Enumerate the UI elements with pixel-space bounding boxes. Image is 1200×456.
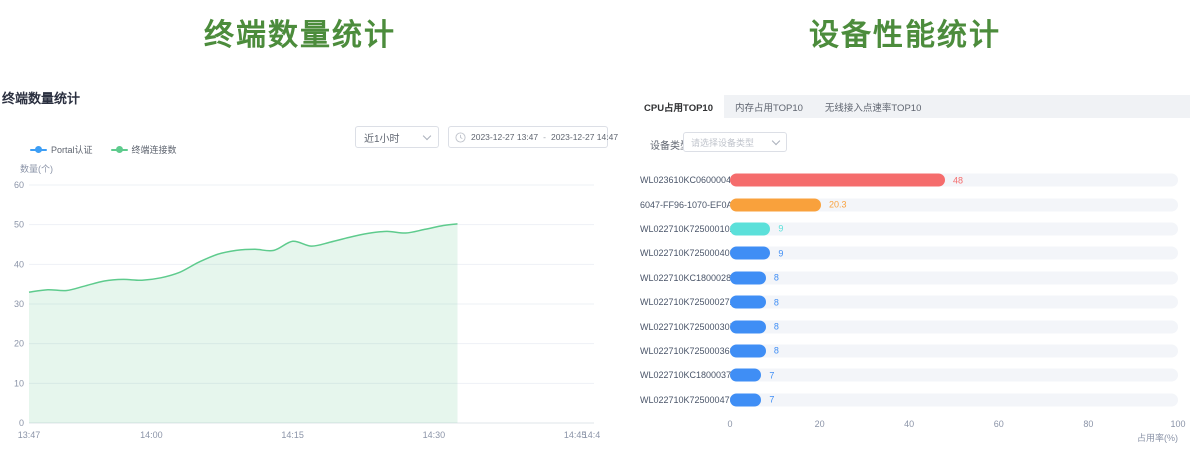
bar-fill [730, 344, 766, 357]
bar-value: 20.3 [829, 200, 847, 210]
bar-row: WL022710K725000307 8 [640, 314, 1178, 338]
svg-text:14:00: 14:00 [140, 430, 163, 440]
bar-track: 7 [730, 369, 1178, 382]
legend-item-0[interactable]: Portal认证 [30, 143, 93, 156]
bar-fill [730, 320, 766, 333]
x-axis-tick: 20 [815, 419, 825, 429]
bar-fill [730, 198, 821, 211]
bar-value: 9 [778, 224, 783, 234]
bar-fill [730, 271, 766, 284]
x-axis-tick: 100 [1170, 419, 1185, 429]
chevron-down-icon [423, 131, 431, 139]
device-type-select[interactable]: 请选择设备类型 [683, 132, 787, 152]
device-type-placeholder: 请选择设备类型 [691, 136, 754, 149]
left-panel-heading: 终端数量统计 [0, 10, 600, 54]
bar-track: 8 [730, 320, 1178, 333]
chevron-down-icon [772, 136, 780, 144]
x-axis-tick: 80 [1083, 419, 1093, 429]
x-axis-tick: 0 [727, 419, 732, 429]
bar-value: 48 [953, 175, 963, 185]
bar-value: 7 [769, 395, 774, 405]
bar-row: WL023610KC06000043 48 [640, 168, 1178, 192]
bar-track: 48 [730, 174, 1178, 187]
bar-fill [730, 247, 770, 260]
bar-row: WL022710K725000369 8 [640, 339, 1178, 363]
date-range-picker[interactable]: 2023-12-27 13:47 - 2023-12-27 14:47 [448, 126, 608, 148]
bar-track: 9 [730, 247, 1178, 260]
svg-text:50: 50 [14, 220, 24, 230]
device-name: WL022710K725000409 [640, 248, 726, 258]
tab-0[interactable]: CPU占用TOP10 [633, 95, 724, 118]
svg-text:10: 10 [14, 378, 24, 388]
bar-fill [730, 369, 761, 382]
bar-track: 7 [730, 393, 1178, 406]
right-panel-heading: 设备性能统计 [620, 10, 1190, 54]
date-range-start: 2023-12-27 13:47 [471, 132, 538, 142]
svg-text:0: 0 [19, 418, 24, 428]
bar-value: 8 [774, 322, 779, 332]
bar-track: 8 [730, 271, 1178, 284]
svg-text:40: 40 [14, 259, 24, 269]
bar-track: 9 [730, 222, 1178, 235]
device-name: WL022710K725000470 [640, 395, 726, 405]
svg-text:13:47: 13:47 [18, 430, 41, 440]
legend-marker-icon [111, 146, 128, 154]
svg-text:60: 60 [14, 180, 24, 190]
chart-legend: Portal认证 终端连接数 [30, 143, 177, 156]
device-name: WL022710K725000272 [640, 297, 726, 307]
bar-value: 9 [778, 248, 783, 258]
svg-text:20: 20 [14, 339, 24, 349]
bar-chart-x-axis: 020406080100 [730, 419, 1178, 431]
time-range-select[interactable]: 近1小时 [355, 126, 439, 148]
dashboard: 终端数量统计 设备性能统计 终端数量统计 近1小时 2023-12-27 13:… [0, 0, 1200, 456]
device-name: WL022710K725000307 [640, 322, 726, 332]
bar-row: WL022710K725000470 7 [640, 388, 1178, 412]
bar-fill [730, 296, 766, 309]
svg-text:14:15: 14:15 [281, 430, 304, 440]
legend-marker-icon [30, 146, 47, 154]
device-name: WL022710K725000369 [640, 346, 726, 356]
terminal-count-chart: 010203040506013:4714:0014:1514:3014:4514… [0, 158, 600, 453]
device-name: WL023610KC06000043 [640, 175, 726, 185]
bar-row: WL022710KC18000372 7 [640, 363, 1178, 387]
terminal-card-title: 终端数量统计 [2, 88, 80, 107]
svg-text:30: 30 [14, 299, 24, 309]
device-name: 6047-FF96-1070-EF0A [640, 200, 726, 210]
time-range-value: 近1小时 [364, 130, 400, 145]
bar-track: 20.3 [730, 198, 1178, 211]
svg-text:14:30: 14:30 [423, 430, 446, 440]
bar-track: 8 [730, 296, 1178, 309]
device-name: WL022710K725000102 [640, 224, 726, 234]
legend-item-1[interactable]: 终端连接数 [111, 143, 177, 156]
bar-row: WL022710KC18000280 8 [640, 266, 1178, 290]
device-name: WL022710KC18000372 [640, 370, 726, 380]
bar-fill [730, 393, 761, 406]
x-axis-tick: 60 [994, 419, 1004, 429]
clock-icon [455, 132, 466, 143]
bar-fill [730, 222, 770, 235]
cpu-top10-bar-chart: WL023610KC06000043 48 6047-FF96-1070-EF0A 2… [640, 168, 1178, 412]
bar-row: 6047-FF96-1070-EF0A 20.3 [640, 192, 1178, 216]
bar-value: 8 [774, 346, 779, 356]
bar-row: WL022710K725000102 9 [640, 217, 1178, 241]
legend-label: Portal认证 [51, 143, 93, 156]
tab-1[interactable]: 内存占用TOP10 [724, 95, 814, 118]
x-axis-tick: 40 [904, 419, 914, 429]
tab-2[interactable]: 无线接入点速率TOP10 [814, 95, 932, 118]
bar-row: WL022710K725000409 9 [640, 241, 1178, 265]
svg-text:14:47: 14:47 [583, 430, 600, 440]
bar-value: 7 [769, 370, 774, 380]
device-name: WL022710KC18000280 [640, 273, 726, 283]
legend-label: 终端连接数 [132, 143, 177, 156]
bar-row: WL022710K725000272 8 [640, 290, 1178, 314]
bar-chart-x-axis-title: 占用率(%) [723, 431, 1178, 444]
date-range-separator: - [543, 132, 546, 142]
performance-tabs: CPU占用TOP10内存占用TOP10无线接入点速率TOP10 [633, 95, 1190, 118]
date-range-end: 2023-12-27 14:47 [551, 132, 618, 142]
bar-fill [730, 174, 945, 187]
bar-value: 8 [774, 297, 779, 307]
bar-value: 8 [774, 273, 779, 283]
bar-track: 8 [730, 344, 1178, 357]
